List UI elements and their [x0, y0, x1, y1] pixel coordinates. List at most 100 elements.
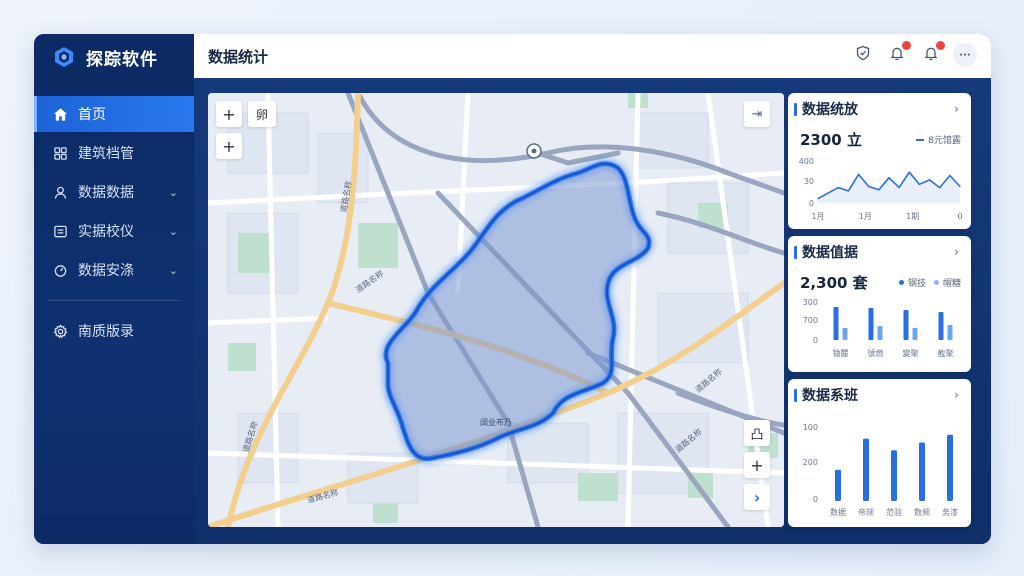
stats-panel-columns: 数据系班 › 100 200 0 数据 帝颉 范验 数频 务漆	[788, 379, 971, 527]
data-point	[908, 171, 910, 173]
data-point	[878, 189, 880, 191]
x-tick-label: 1月	[811, 212, 824, 221]
brand[interactable]: 探踪软件	[34, 34, 194, 80]
panel-title[interactable]: 数据值据 ›	[788, 236, 971, 268]
chevron-down-icon: ⌄	[168, 263, 178, 277]
x-tick-label: 数据	[830, 507, 846, 517]
data-point	[939, 187, 941, 189]
sidebar-item-data[interactable]: 数据数据 ⌄	[34, 174, 194, 210]
zoom-plus-button[interactable]: +	[744, 452, 770, 478]
bar	[947, 325, 953, 340]
document-icon	[52, 223, 68, 239]
data-point	[888, 177, 890, 179]
x-tick-label: 务漆	[942, 507, 958, 517]
sidebar-nav: 首页 建筑档管 数据数据 ⌄ 实据校仪 ⌄ 数据安涤 ⌄ 南质版录	[34, 96, 194, 349]
y-tick-label: 400	[799, 157, 814, 166]
panel-title-text: 数据统放	[802, 102, 858, 118]
x-tick-label: 變聚	[903, 348, 919, 358]
sidebar-item-settings[interactable]: 南质版录	[34, 313, 194, 349]
share-icon: ⇥	[751, 106, 763, 122]
gear-icon	[52, 323, 68, 339]
topbar: 数据统计 ···	[194, 34, 991, 78]
bar	[863, 438, 869, 501]
sidebar: 探踪软件 首页 建筑档管 数据数据 ⌄ 实据校仪 ⌄ 数据安涤 ⌄ 南质版录	[34, 34, 194, 544]
more-button[interactable]: ···	[953, 43, 977, 67]
top-actions: ···	[851, 41, 977, 67]
bar	[947, 434, 953, 501]
y-tick-label: 700	[803, 316, 818, 325]
grouped-bar-chart: 300 700 0 锄麓 號燃 變聚 截聚	[803, 298, 954, 358]
legend-label: 帽糖	[942, 279, 961, 289]
x-tick-label: 0	[957, 212, 962, 221]
more-icon: ···	[959, 49, 971, 61]
sidebar-item-label: 数据数据	[78, 185, 134, 201]
legend-label: 钢技	[907, 279, 926, 289]
panel-title[interactable]: 数据统放 ›	[788, 93, 971, 125]
bar	[938, 312, 944, 340]
data-point	[847, 190, 850, 192]
x-tick-label: 1期	[906, 212, 919, 221]
data-point	[827, 192, 829, 194]
panel-title-text: 数据值据	[802, 245, 858, 261]
chevron-down-icon: ⌄	[168, 224, 178, 238]
shield-button[interactable]	[851, 43, 875, 67]
sidebar-item-archive[interactable]: 建筑档管	[34, 135, 194, 171]
x-tick-label: 截聚	[938, 348, 954, 358]
chart-legend: 钢技 帽糖	[898, 276, 961, 289]
bar	[919, 442, 925, 501]
location-pin-icon[interactable]	[526, 143, 542, 159]
y-tick-label: 100	[803, 423, 818, 432]
chevron-right-icon[interactable]: ›	[954, 102, 959, 116]
bar	[833, 307, 839, 340]
app-window: 探踪软件 首页 建筑档管 数据数据 ⌄ 实据校仪 ⌄ 数据安涤 ⌄ 南质版录 数…	[34, 34, 991, 544]
layer-button[interactable]: 卵	[248, 101, 276, 127]
data-point	[857, 173, 860, 175]
panel-title[interactable]: 数据系班 ›	[788, 379, 971, 411]
tool-icon: 凸	[750, 427, 764, 443]
data-point	[928, 179, 931, 181]
plus-icon: +	[750, 455, 764, 475]
legend-swatch	[916, 138, 925, 141]
legend-swatch	[933, 280, 939, 285]
plus-icon: +	[222, 104, 236, 124]
main-content: 道路名称 道路名称 道路名称 道路名称 道路名称 道路名称 阔业布乃 + 卵 +…	[194, 78, 991, 544]
sidebar-item-label: 实据校仪	[78, 224, 134, 240]
bar	[842, 328, 848, 340]
alert-badge	[936, 41, 945, 50]
data-point	[837, 187, 839, 189]
map-canvas: 道路名称 道路名称 道路名称 道路名称 道路名称 道路名称 阔业布乃	[208, 93, 784, 527]
bar	[868, 308, 874, 340]
map-view[interactable]: 道路名称 道路名称 道路名称 道路名称 道路名称 道路名称 阔业布乃 + 卵 +…	[208, 93, 784, 527]
bar	[912, 328, 918, 340]
panel-value: 2,300 套	[800, 274, 868, 292]
stats-panel-bars: 数据值据 › 2,300 套 钢技 帽糖 300 700 0 锄麓 號燃 變聚 截聚	[788, 236, 971, 372]
chevron-right-icon[interactable]: ›	[954, 245, 959, 259]
logo-icon	[52, 45, 76, 69]
zoom-in-button[interactable]: +	[216, 101, 242, 127]
next-button[interactable]: ›	[744, 484, 770, 510]
sidebar-item-verify[interactable]: 实据校仪 ⌄	[34, 213, 194, 249]
chevron-down-icon: ⌄	[168, 185, 178, 199]
share-button[interactable]: ⇥	[744, 101, 770, 127]
x-tick-label: 范验	[886, 507, 902, 517]
panel-title-text: 数据系班	[802, 388, 858, 404]
x-tick-label: 號燃	[868, 348, 884, 358]
data-point	[898, 187, 900, 189]
sidebar-item-label: 建筑档管	[78, 146, 134, 162]
sidebar-item-label: 数据安涤	[78, 263, 134, 279]
chevron-right-icon[interactable]: ›	[954, 388, 959, 402]
map-tool-button[interactable]: 凸	[744, 420, 770, 446]
data-point	[959, 185, 961, 188]
alert-button[interactable]	[919, 41, 945, 67]
x-tick-label: 数频	[914, 507, 930, 517]
notification-button[interactable]	[885, 41, 911, 67]
bar	[891, 450, 897, 501]
legend-label: 8元馆露	[928, 136, 961, 146]
sidebar-item-home[interactable]: 首页	[34, 96, 194, 132]
sidebar-item-security[interactable]: 数据安涤 ⌄	[34, 252, 194, 288]
legend-swatch	[898, 280, 904, 285]
zoom-in-secondary-button[interactable]: +	[216, 133, 242, 159]
chart-legend: 8元馆露	[916, 133, 961, 146]
layer-label: 卵	[255, 107, 268, 122]
stats-panel-line: 数据统放 › 2300 立 8元馆露 400 30 0 1月 1月 1期 0	[788, 93, 971, 229]
